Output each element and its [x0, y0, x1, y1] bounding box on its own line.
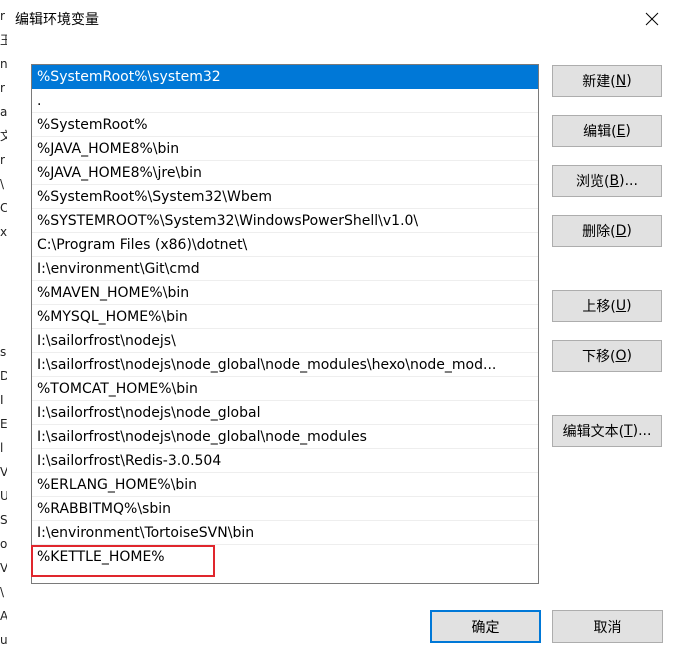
- list-item[interactable]: C:\Program Files (x86)\dotnet\: [32, 233, 538, 257]
- list-item[interactable]: %TOMCAT_HOME%\bin: [32, 377, 538, 401]
- new-button-label: 新建(: [582, 74, 616, 90]
- background-text-fragment: U: [0, 488, 7, 504]
- list-item[interactable]: I:\environment\Git\cmd: [32, 257, 538, 281]
- move-down-button-label: 下移(: [582, 349, 616, 365]
- delete-button[interactable]: 删除(D): [552, 215, 662, 247]
- edit-environment-variable-dialog: 编辑环境变量 %SystemRoot%\system32. %SystemRoot…: [7, 0, 675, 656]
- background-text-fragment: A: [0, 608, 7, 624]
- list-item[interactable]: I:\sailorfrost\nodejs\node_global: [32, 401, 538, 425]
- delete-button-tail: ): [626, 223, 632, 239]
- move-up-button-label: 上移(: [582, 299, 616, 315]
- new-button[interactable]: 新建(N): [552, 65, 662, 97]
- edit-button-tail: ): [625, 123, 631, 139]
- list-item[interactable]: %MYSQL_HOME%\bin: [32, 305, 538, 329]
- close-button[interactable]: [629, 0, 675, 38]
- background-text-fragment: u: [0, 633, 7, 647]
- list-item[interactable]: I:\sailorfrost\nodejs\node_global\node_m…: [32, 425, 538, 449]
- list-item[interactable]: I:\environment\TortoiseSVN\bin: [32, 521, 538, 545]
- background-text-fragment: C: [0, 200, 7, 216]
- new-button-accesskey: N: [615, 73, 627, 89]
- background-text-fragment: V: [0, 464, 7, 480]
- browse-button-tail: )...: [619, 173, 638, 189]
- close-icon: [645, 12, 659, 26]
- background-text-fragment: r: [0, 9, 5, 23]
- cancel-button-label: 取消: [593, 619, 622, 636]
- ok-button-label: 确定: [471, 619, 500, 636]
- cancel-button[interactable]: 取消: [552, 610, 663, 643]
- background-text-fragment: r: [0, 153, 5, 167]
- edit-button-accesskey: E: [616, 123, 626, 139]
- background-text-fragment: n: [0, 57, 7, 71]
- background-text-fragment: a: [0, 105, 7, 119]
- browse-button[interactable]: 浏览(B)...: [552, 165, 662, 197]
- list-item[interactable]: %SystemRoot%: [32, 113, 538, 137]
- background-text-fragment: \: [0, 585, 5, 599]
- background-text-fragment: S: [0, 513, 7, 527]
- move-down-button[interactable]: 下移(O): [552, 340, 662, 372]
- title-bar[interactable]: 编辑环境变量: [7, 0, 675, 40]
- edit-text-button-label: 编辑文本(: [562, 424, 625, 440]
- list-item[interactable]: .: [32, 89, 538, 113]
- list-item[interactable]: I:\sailorfrost\Redis-3.0.504: [32, 449, 538, 473]
- background-text-fragment: \: [0, 177, 5, 191]
- list-item[interactable]: %ERLANG_HOME%\bin: [32, 473, 538, 497]
- move-up-button-accesskey: U: [615, 298, 627, 314]
- path-list[interactable]: %SystemRoot%\system32. %SystemRoot% %JAVA_…: [31, 64, 539, 584]
- list-item[interactable]: %SystemRoot%\system32: [32, 65, 538, 89]
- background-text-fragment: 玉: [0, 32, 7, 48]
- move-down-button-tail: ): [626, 348, 632, 364]
- background-text-fragment: D: [0, 368, 7, 384]
- dialog-title: 编辑环境变量: [15, 12, 99, 28]
- list-item[interactable]: I:\sailorfrost\nodejs\node_global\node_m…: [32, 353, 538, 377]
- browse-button-label: 浏览(: [576, 174, 610, 190]
- background-text-fragment: I: [0, 393, 4, 407]
- delete-button-accesskey: D: [615, 223, 627, 239]
- list-item[interactable]: I:\sailorfrost\nodejs\: [32, 329, 538, 353]
- list-item[interactable]: %KETTLE_HOME%: [32, 545, 538, 569]
- background-text-fragment: l: [0, 441, 4, 455]
- edit-button[interactable]: 编辑(E): [552, 115, 662, 147]
- move-up-button[interactable]: 上移(U): [552, 290, 662, 322]
- delete-button-label: 删除(: [582, 224, 616, 240]
- list-item[interactable]: %JAVA_HOME8%\jre\bin: [32, 161, 538, 185]
- list-item[interactable]: %JAVA_HOME8%\bin: [32, 137, 538, 161]
- list-item[interactable]: %SystemRoot%\System32\Wbem: [32, 185, 538, 209]
- edit-text-button[interactable]: 编辑文本(T)...: [552, 415, 662, 447]
- background-text-fragment: s: [0, 345, 7, 359]
- move-up-button-tail: ): [626, 298, 632, 314]
- edit-text-button-tail: )...: [632, 423, 652, 439]
- background-text-fragment: 文: [0, 128, 7, 144]
- edit-text-button-accesskey: T: [624, 423, 633, 439]
- background-text-fragment: r: [0, 81, 5, 95]
- new-button-tail: ): [626, 73, 632, 89]
- background-text-fragment: x: [0, 225, 7, 239]
- browse-button-accesskey: B: [609, 173, 620, 189]
- list-item[interactable]: %RABBITMQ%\sbin: [32, 497, 538, 521]
- move-down-button-accesskey: O: [615, 348, 627, 364]
- background-text-fragment: E: [0, 417, 7, 431]
- background-text-fragment: V: [0, 560, 7, 576]
- list-item[interactable]: %MAVEN_HOME%\bin: [32, 281, 538, 305]
- background-text-fragment: o: [0, 537, 7, 551]
- ok-button[interactable]: 确定: [430, 610, 541, 643]
- list-item[interactable]: %SYSTEMROOT%\System32\WindowsPowerShell\…: [32, 209, 538, 233]
- edit-button-label: 编辑(: [583, 124, 617, 140]
